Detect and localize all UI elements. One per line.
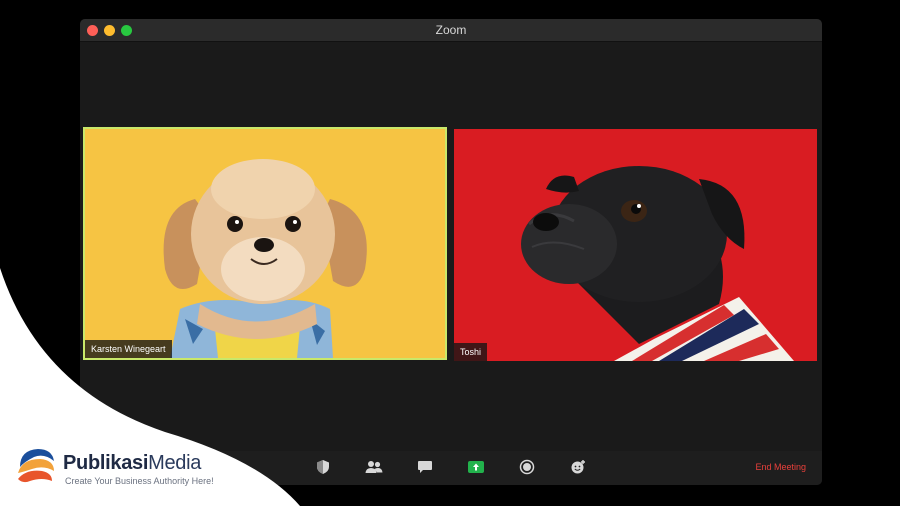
brand-name: PublikasiMedia	[63, 452, 201, 475]
publikasimedia-logo-icon	[18, 449, 54, 483]
brand-name-light: Media	[148, 452, 202, 474]
watermark-background-shape	[0, 268, 300, 506]
brand-name-bold: Publikasi	[63, 452, 149, 474]
brand-tagline: Create Your Business Authority Here!	[65, 476, 214, 486]
watermark-brand: PublikasiMedia Create Your Business Auth…	[14, 445, 254, 495]
